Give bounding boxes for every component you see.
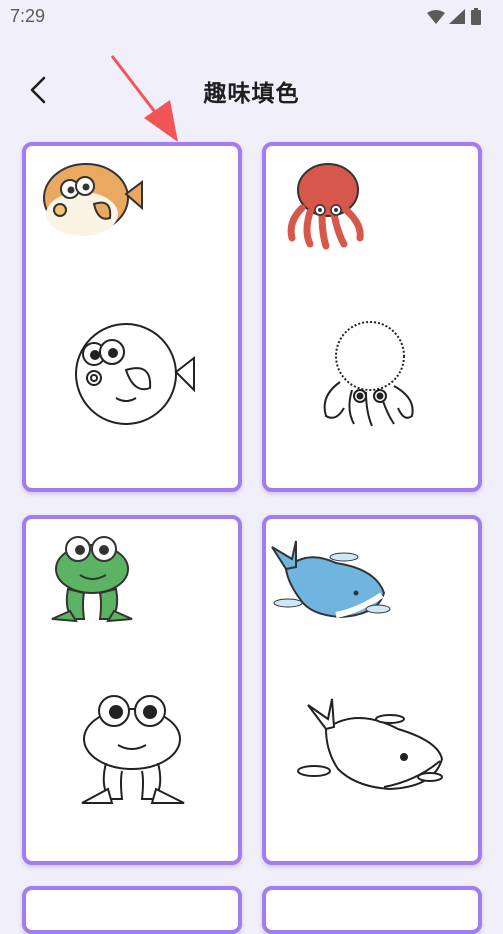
- frog-outline: [81, 695, 185, 804]
- coloring-grid: [0, 0, 503, 934]
- pufferfish-outline: [75, 323, 195, 425]
- card-octopus[interactable]: [262, 142, 482, 492]
- card-pufferfish[interactable]: [22, 142, 242, 492]
- card-partial-right[interactable]: [262, 886, 482, 934]
- whale-outline: [297, 698, 444, 791]
- whale-color-image: [271, 540, 391, 619]
- octopus-color-image: [287, 163, 364, 250]
- pufferfish-color-image: [43, 163, 143, 236]
- octopus-outline: [323, 321, 414, 427]
- card-partial-left[interactable]: [22, 886, 242, 934]
- card-frog[interactable]: [22, 515, 242, 865]
- card-whale[interactable]: [262, 515, 482, 865]
- frog-color-image: [51, 536, 133, 623]
